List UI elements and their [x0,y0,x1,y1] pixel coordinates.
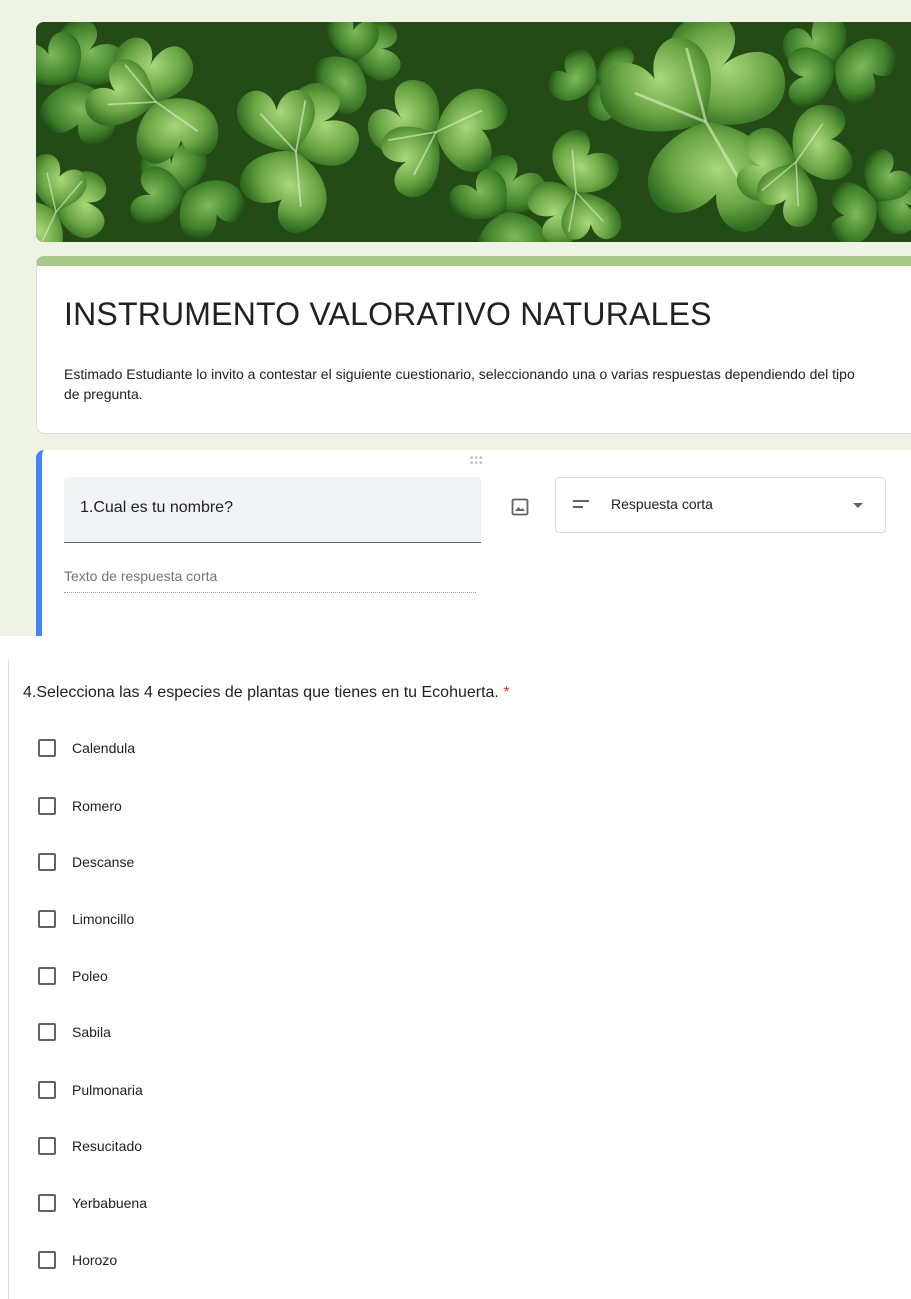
option-label: Poleo [72,968,108,984]
question-editor-card[interactable]: ••• ••• 1.Cual es tu nombre? Respuesta co… [36,450,911,636]
checkbox[interactable] [38,1137,56,1155]
option-label: Yerbabuena [72,1195,148,1211]
checkbox-option[interactable]: Horozo [38,1250,117,1270]
form-description[interactable]: Estimado Estudiante lo invito a contesta… [64,364,864,404]
header-banner-image [36,22,911,242]
question-4-section: 4.Selecciona las 4 especies de plantas q… [8,660,909,1299]
question-type-label: Respuesta corta [611,496,713,512]
checkbox[interactable] [38,1251,56,1269]
option-label: Pulmonaria [72,1082,143,1098]
option-label: Sabila [72,1024,111,1040]
checkbox-option[interactable]: Pulmonaria [38,1080,143,1100]
checkbox-option[interactable]: Poleo [38,966,108,986]
question-title-text: 1.Cual es tu nombre? [80,499,233,516]
clover-leaves-photo [36,22,911,242]
question-4-title: 4.Selecciona las 4 especies de plantas q… [23,684,510,702]
checkbox[interactable] [38,739,56,757]
add-image-button[interactable] [508,495,532,519]
image-icon [511,498,529,516]
checkbox[interactable] [38,967,56,985]
checkbox-option[interactable]: Resucitado [38,1136,142,1156]
checkbox[interactable] [38,1081,56,1099]
checkbox[interactable] [38,797,56,815]
checkbox-option[interactable]: Yerbabuena [38,1193,147,1213]
checkbox-option[interactable]: Romero [38,796,122,816]
checkbox-option[interactable]: Descanse [38,852,134,872]
required-asterisk: * [503,684,510,701]
checkbox[interactable] [38,853,56,871]
question-title-input[interactable]: 1.Cual es tu nombre? [64,477,481,543]
option-label: Descanse [72,854,135,870]
option-label: Limoncillo [72,911,135,927]
option-label: Calendula [72,740,136,756]
checkbox-option[interactable]: Sabila [38,1022,111,1042]
option-label: Romero [72,798,122,814]
checkbox[interactable] [38,1023,56,1041]
short-answer-icon [573,500,589,510]
option-label: Horozo [72,1252,118,1268]
checkbox-option[interactable]: Calendula [38,738,135,758]
dropdown-arrow-icon [853,503,863,508]
form-title[interactable]: INSTRUMENTO VALORATIVO NATURALES [64,296,712,333]
option-label: Resucitado [72,1138,143,1154]
checkbox[interactable] [38,910,56,928]
checkbox-option[interactable]: Limoncillo [38,909,134,929]
short-answer-placeholder: Texto de respuesta corta [64,568,476,593]
question-type-dropdown[interactable]: Respuesta corta [555,477,886,533]
checkbox[interactable] [38,1194,56,1212]
drag-handle-icon[interactable]: ••• ••• [470,454,484,469]
question-4-text: 4.Selecciona las 4 especies de plantas q… [23,684,499,701]
form-title-card[interactable]: INSTRUMENTO VALORATIVO NATURALES Estimad… [36,256,911,434]
